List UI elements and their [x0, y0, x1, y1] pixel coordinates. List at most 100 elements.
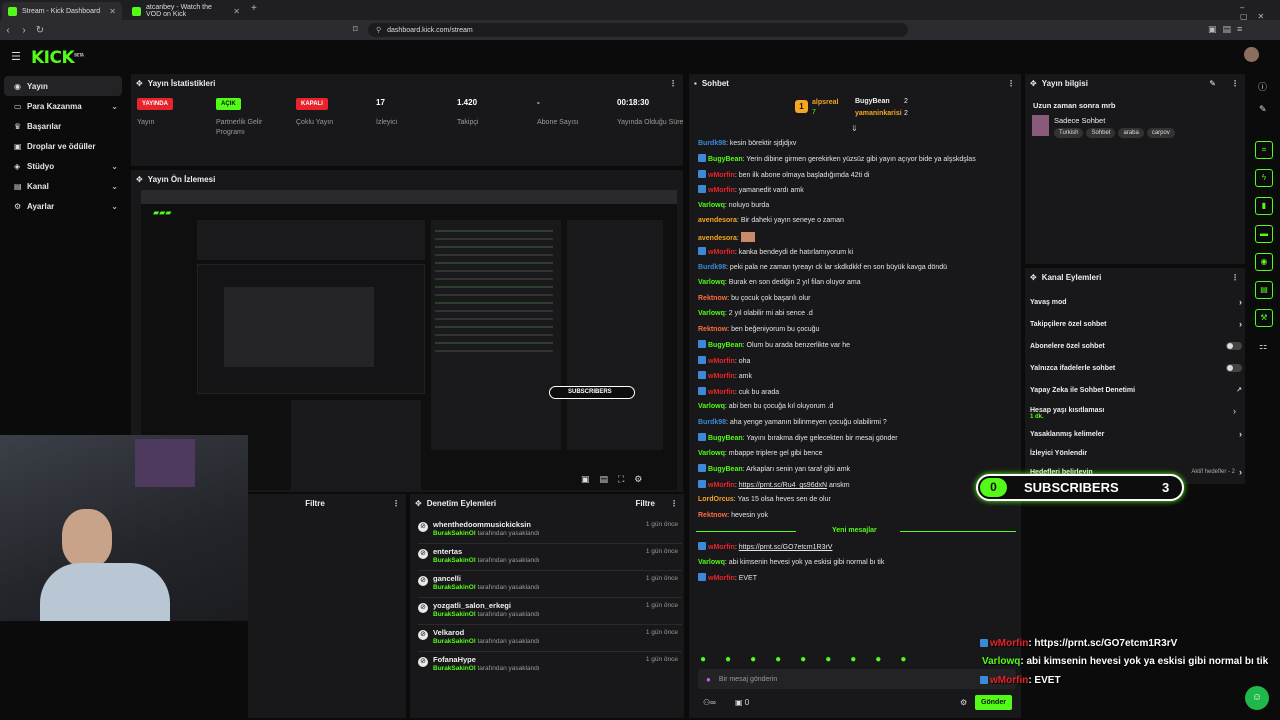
- chat-username[interactable]: Varlowq: [698, 202, 725, 209]
- chat-username[interactable]: Burdk98: [698, 419, 726, 426]
- chat-username[interactable]: Varlowq: [698, 279, 725, 286]
- emotes-only-toggle[interactable]: [1226, 364, 1242, 372]
- chat-username[interactable]: wMorfin: [708, 482, 735, 489]
- more-icon[interactable]: ⋮: [669, 79, 677, 88]
- mod-action-row[interactable]: ⊘ Velkarod BurakSakinOl tarafından yasakla…: [418, 626, 682, 652]
- users-icon[interactable]: ⚇∞: [703, 698, 716, 707]
- broadcast-icon[interactable]: ◉: [1255, 253, 1273, 271]
- chat-username[interactable]: avendesora: [698, 235, 737, 242]
- preview-controls[interactable]: ▣▤⛶⚙: [581, 474, 652, 485]
- menu-icon[interactable]: ☰: [11, 50, 21, 63]
- url-field[interactable]: ⚲ dashboard.kick.com/stream: [368, 23, 908, 37]
- mod-action-row[interactable]: ⊘ whenthedoommusickicksin BurakSakinOl tar…: [418, 518, 682, 544]
- chat-username[interactable]: Varlowq: [698, 450, 725, 457]
- chat-link[interactable]: https://prnt.sc/Ru4_gs96dxN: [739, 482, 827, 489]
- bookmark-icon[interactable]: ▮: [1255, 197, 1273, 215]
- browser-tab-dashboard[interactable]: Stream - Kick Dashboard ✕: [2, 2, 122, 20]
- reload-icon[interactable]: ↻: [32, 25, 48, 36]
- edit-icon[interactable]: ✎: [1209, 79, 1216, 88]
- forward-icon[interactable]: ›: [16, 25, 32, 36]
- chat-username[interactable]: wMorfin: [708, 187, 735, 194]
- server-icon[interactable]: ▤: [1255, 281, 1273, 299]
- filter-button[interactable]: Filtre: [305, 499, 325, 508]
- sidebar-item-ayarlar[interactable]: ⚙ Ayarlar ⌄: [4, 196, 122, 216]
- new-tab-button[interactable]: +: [251, 3, 257, 14]
- subscribers-only-toggle[interactable]: [1226, 342, 1242, 350]
- chat-username[interactable]: Varlowq: [698, 310, 725, 317]
- kick-logo[interactable]: KICKBETA: [31, 48, 84, 68]
- chat-input[interactable]: ● Bir mesaj gönderin: [698, 669, 1016, 689]
- filter-button[interactable]: Filtre: [635, 499, 655, 508]
- chat-icon[interactable]: ▬: [1255, 225, 1273, 243]
- tag[interactable]: Turkish: [1054, 128, 1084, 138]
- chat-username[interactable]: Varlowq: [698, 403, 725, 410]
- chat-username[interactable]: wMorfin: [708, 249, 735, 256]
- grip-icon[interactable]: ✥: [136, 79, 143, 88]
- chevron-right-icon[interactable]: ›: [1233, 406, 1236, 416]
- back-icon[interactable]: ‹: [0, 25, 16, 36]
- more-icon[interactable]: ⋮: [1007, 79, 1015, 88]
- grip-icon[interactable]: ✥: [136, 175, 143, 184]
- chat-username[interactable]: wMorfin: [708, 358, 735, 365]
- sidebar-item-studyo[interactable]: ◈ Stüdyo ⌄: [4, 156, 122, 176]
- wrench-icon[interactable]: ⚒: [1255, 309, 1273, 327]
- mod-action-row[interactable]: ⊘ gancelli BurakSakinOl tarafından yasakla…: [418, 572, 682, 598]
- chat-username[interactable]: wMorfin: [708, 544, 735, 551]
- grip-icon[interactable]: ✥: [1030, 273, 1037, 282]
- chat-username[interactable]: Rektnow: [698, 326, 727, 333]
- chat-username[interactable]: wMorfin: [708, 389, 735, 396]
- expand-icon[interactable]: ⇓: [851, 124, 858, 133]
- chat-username[interactable]: Varlowq: [698, 559, 725, 566]
- send-button[interactable]: Gönder: [975, 695, 1012, 710]
- chat-username[interactable]: Burdk98: [698, 264, 726, 271]
- chat-username[interactable]: wMorfin: [708, 373, 735, 380]
- chat-username[interactable]: Rektnow: [698, 295, 727, 302]
- edit-icon[interactable]: ✎: [1259, 104, 1267, 115]
- tag[interactable]: carpov: [1146, 128, 1175, 138]
- chat-username[interactable]: Rektnow: [698, 512, 727, 519]
- mod-action-row[interactable]: ⊘ FofanaHype BurakSakinOl tarafından yasak…: [418, 653, 682, 679]
- browser-tab-vod[interactable]: atcanbey - Watch the VOD on Kick ✕: [126, 2, 246, 20]
- crop-icon[interactable]: ⌗: [1255, 141, 1273, 159]
- followers-only-row[interactable]: Takipçilere özel sohbet ›: [1030, 316, 1242, 332]
- sidebar-item-kanal[interactable]: ▤ Kanal ⌄: [4, 176, 122, 196]
- microphone-icon[interactable]: ●: [706, 675, 711, 684]
- mod-action-row[interactable]: ⊘ yozgatli_salon_erkegi BurakSakinOl taraf…: [418, 599, 682, 625]
- chat-settings-icon[interactable]: ⚙: [960, 698, 967, 707]
- raid-row[interactable]: İzleyici Yönlendir: [1030, 445, 1242, 461]
- close-icon[interactable]: ✕: [233, 7, 240, 16]
- tag[interactable]: araba: [1118, 128, 1144, 138]
- more-icon[interactable]: ⋮: [1231, 273, 1239, 282]
- account-age-row[interactable]: Hesap yaşı kısıtlaması 1 dk.: [1030, 400, 1242, 426]
- chat-username[interactable]: avendesora: [698, 217, 737, 224]
- chat-username[interactable]: LordOrcus: [698, 496, 734, 503]
- chat-username[interactable]: BugyBean: [708, 156, 743, 163]
- mod-action-row[interactable]: ⊘ entertas BurakSakinOl tarafından yasakla…: [418, 545, 682, 571]
- close-icon[interactable]: ✕: [109, 7, 116, 16]
- emote-bar[interactable]: ●●●●●●●●●: [700, 654, 925, 665]
- chat-fab-icon[interactable]: ☺: [1245, 686, 1269, 710]
- more-icon[interactable]: ⋮: [392, 499, 400, 508]
- chat-username[interactable]: BugyBean: [708, 435, 743, 442]
- chat-username[interactable]: BugyBean: [708, 466, 743, 473]
- add-widget-icon[interactable]: ⚏: [1259, 341, 1267, 352]
- grip-icon[interactable]: ✥: [1030, 79, 1037, 88]
- more-icon[interactable]: ⋮: [1231, 79, 1239, 88]
- sidebar-item-droplar[interactable]: ▣ Droplar ve ödüller: [4, 136, 122, 156]
- avatar[interactable]: [1244, 47, 1259, 62]
- sidebar-item-yayin[interactable]: ◉ Yayın: [4, 76, 122, 96]
- info-icon[interactable]: ⓘ: [1258, 80, 1267, 93]
- window-controls[interactable]: –▢✕: [1240, 3, 1280, 21]
- sidebar-item-basarilar[interactable]: ♛ Başarılar: [4, 116, 122, 136]
- chat-link[interactable]: https://prnt.sc/GO7etcm1R3rV: [739, 544, 833, 551]
- chat-username[interactable]: Burdk98: [698, 140, 726, 147]
- chat-username[interactable]: BugyBean: [708, 342, 743, 349]
- chat-username[interactable]: wMorfin: [708, 575, 735, 582]
- grip-icon[interactable]: ✥: [415, 499, 422, 508]
- ai-moderation-row[interactable]: Yapay Zeka ile Sohbet Denetimi ↗: [1030, 382, 1242, 398]
- sidebar-item-para-kazanma[interactable]: ▭ Para Kazanma ⌄: [4, 96, 122, 116]
- browser-toolbar-icons[interactable]: ▣▤≡: [1208, 24, 1248, 35]
- lightning-icon[interactable]: ϟ: [1255, 169, 1273, 187]
- more-icon[interactable]: ⋮: [670, 499, 678, 508]
- tag[interactable]: Sohbet: [1086, 128, 1116, 138]
